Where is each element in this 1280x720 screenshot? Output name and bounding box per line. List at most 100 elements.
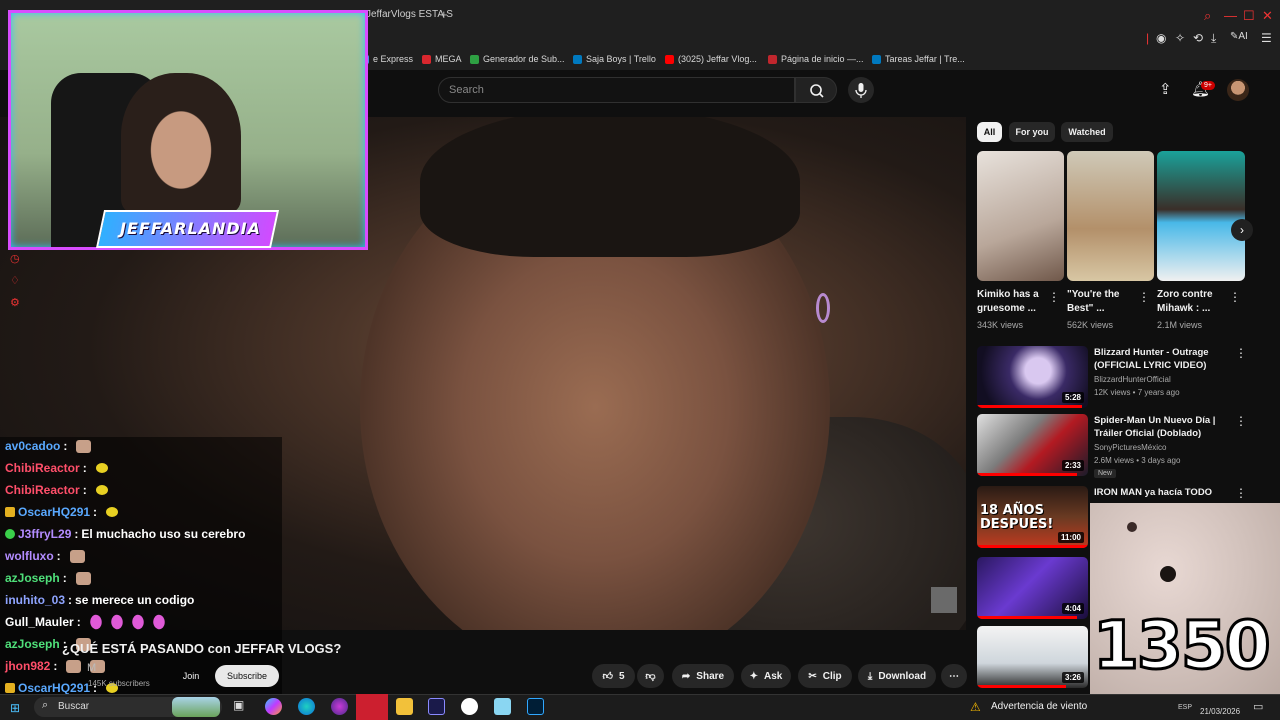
account-avatar[interactable] (1227, 79, 1249, 101)
share-button[interactable]: ➦ Share (672, 664, 734, 688)
voice-search-button[interactable] (848, 77, 874, 103)
chat-username[interactable]: jhon982 (5, 659, 50, 673)
recommended-thumbnail-5[interactable]: 3:26 (977, 626, 1088, 688)
chat-username[interactable]: inuhito_03 (5, 593, 65, 607)
active-app-highlight[interactable] (356, 694, 388, 720)
chat-emote-icon (108, 613, 125, 631)
search-button[interactable] (795, 77, 837, 103)
bookmark-favicon-icon (422, 54, 431, 64)
dislike-button[interactable]: 👎︎ (637, 664, 664, 688)
bookmark-item[interactable]: Tareas Jeffar | Tre... (872, 54, 965, 64)
microphone-icon (855, 83, 867, 98)
premiere-icon[interactable] (428, 698, 445, 715)
task-view-icon[interactable]: ▣ (233, 698, 250, 715)
notification-center-icon[interactable]: ▭ (1253, 700, 1263, 713)
chat-message: OscarHQ291: (5, 505, 119, 519)
chip-all[interactable]: All (977, 122, 1002, 142)
short-thumbnail-2[interactable] (1067, 151, 1154, 281)
browser-icon[interactable] (331, 698, 348, 715)
recommended-thumbnail-2[interactable]: 2:33 (977, 414, 1088, 476)
bookmark-item[interactable]: Generador de Sub... (470, 54, 565, 64)
chat-emote-icon (129, 613, 146, 631)
close-icon[interactable]: ✕ (1262, 8, 1273, 24)
short-thumbnail-3[interactable] (1157, 151, 1245, 281)
upload-icon[interactable]: ⇪ (1159, 80, 1172, 98)
subscribe-button[interactable]: Subscribe (215, 665, 279, 687)
download-button[interactable]: ⤓ Download (858, 664, 936, 688)
chat-username[interactable]: OscarHQ291 (18, 681, 90, 695)
short-more-icon-3[interactable]: ⋮ (1229, 290, 1241, 304)
chat-username[interactable]: azJoseph (5, 637, 60, 651)
recommended-thumbnail-4[interactable]: 4:04 (977, 557, 1088, 619)
menu-icon[interactable]: ☰ (1261, 31, 1272, 45)
bookmark-item[interactable]: (3025) Jeffar Vlog... (665, 54, 757, 64)
chat-username[interactable]: J3ffryL29 (18, 527, 71, 541)
short-thumbnail-1[interactable] (977, 151, 1064, 281)
thumbnail-caption: 18 AÑOS DESPUES! (980, 503, 1054, 532)
maximize-icon[interactable]: ☐ (1243, 8, 1255, 24)
short-more-icon-2[interactable]: ⋮ (1138, 290, 1150, 304)
recommended-title-1[interactable]: Blizzard Hunter - Outrage (OFFICIAL LYRI… (1094, 346, 1229, 372)
obs-icon[interactable] (461, 698, 478, 715)
chat-username[interactable]: OscarHQ291 (18, 505, 90, 519)
video-title: ¿QUÉ ESTÁ PASANDO con JEFFAR VLOGS? (62, 641, 342, 656)
ask-button[interactable]: ✦ Ask (741, 664, 791, 688)
bookmark-item[interactable]: MEGA (422, 54, 462, 64)
ai-button[interactable]: ✎AI (1230, 31, 1248, 42)
file-explorer-icon[interactable] (396, 698, 413, 715)
channel-name[interactable]: M (87, 662, 96, 674)
recommended-more-icon-2[interactable]: ⋮ (1235, 414, 1247, 428)
chip-watched[interactable]: Watched (1061, 122, 1113, 142)
edge-icon[interactable] (298, 698, 315, 715)
bookmark-favicon-icon (665, 54, 674, 64)
chat-username[interactable]: ChibiReactor (5, 461, 80, 475)
taskbar-date[interactable]: 21/03/2026 (1200, 707, 1240, 716)
clip-button[interactable]: ✂ Clip (798, 664, 852, 688)
search-input[interactable]: Search (438, 77, 795, 103)
end-card-thumbnail[interactable] (931, 587, 957, 613)
recommended-title-2[interactable]: Spider-Man Un Nuevo Día | Tráiler Oficia… (1094, 414, 1229, 440)
recommended-thumbnail-3[interactable]: 18 AÑOS DESPUES! 11:00 (977, 486, 1088, 548)
bookmark-item[interactable]: Página de inicio —... (768, 54, 864, 64)
history-icon[interactable]: ⟲ (1193, 31, 1203, 45)
recommended-channel-2[interactable]: SonyPicturesMéxico (1094, 443, 1166, 452)
language-indicator[interactable]: ESP (1178, 704, 1192, 711)
warning-icon[interactable]: ⚠ (970, 700, 981, 714)
short-title-1[interactable]: Kimiko has a gruesome ... (977, 288, 1047, 316)
windows-start-icon[interactable]: ⊞ (10, 701, 20, 715)
app-icon[interactable] (494, 698, 511, 715)
recommended-thumbnail-1[interactable]: 5:28 (977, 346, 1088, 408)
chat-username[interactable]: ChibiReactor (5, 483, 80, 497)
short-title-3[interactable]: Zoro contre Mihawk : ... (1157, 288, 1227, 316)
copilot-icon[interactable] (265, 698, 282, 715)
shorts-next-button[interactable]: › (1231, 219, 1253, 241)
chat-username[interactable]: azJoseph (5, 571, 60, 585)
short-more-icon-1[interactable]: ⋮ (1048, 290, 1060, 304)
new-tab-button[interactable]: + (440, 7, 448, 22)
search-tabs-icon[interactable]: ⌕ (1204, 8, 1211, 24)
recommended-title-3[interactable]: IRON MAN ya hacía TODO (1094, 486, 1229, 499)
recommended-more-icon-3[interactable]: ⋮ (1235, 486, 1247, 500)
bookmark-item[interactable]: Saja Boys | Trello (573, 54, 656, 64)
chat-username[interactable]: Gull_Mauler (5, 615, 74, 629)
puzzle-icon[interactable]: ✧ (1175, 31, 1185, 45)
video-frame-earring (816, 293, 830, 323)
download-icon[interactable]: ⤓ (1211, 31, 1216, 46)
watch-progress-bar (977, 685, 1066, 688)
recommended-more-icon-1[interactable]: ⋮ (1235, 346, 1247, 360)
chat-username[interactable]: av0cadoo (5, 439, 60, 453)
chat-username[interactable]: wolfluxo (5, 549, 54, 563)
short-title-2[interactable]: "You're the Best" ... (1067, 288, 1137, 316)
chip-for-you[interactable]: For you (1009, 122, 1055, 142)
join-button[interactable]: Join (172, 665, 210, 687)
weather-alert[interactable]: Advertencia de viento (991, 701, 1087, 712)
chat-text: El muchacho uso su cerebro (81, 527, 246, 541)
minimize-icon[interactable]: — (1224, 8, 1237, 23)
more-actions-button[interactable]: ⋯ (941, 664, 967, 688)
extension-icon[interactable]: ◉ (1156, 31, 1166, 45)
divider-icon: | (1146, 31, 1150, 45)
like-button[interactable]: 👍︎ 5 (592, 664, 635, 688)
recommended-channel-1[interactable]: BlizzardHunterOfficial (1094, 375, 1171, 384)
photoshop-icon[interactable] (527, 698, 544, 715)
short-views-1: 343K views (977, 320, 1024, 330)
